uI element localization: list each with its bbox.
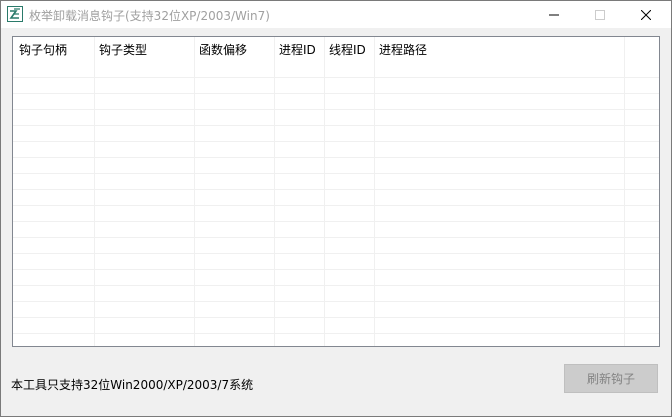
grid-column-line [94,37,95,346]
window-title: 枚举卸载消息钩子(支持32位XP/2003/Win7) [29,9,270,23]
main-window: 枚举卸载消息钩子(支持32位XP/2003/Win7) 钩子句柄 钩子类型 函数… [0,0,672,417]
minimize-icon [549,14,559,15]
grid-row-line [13,189,659,190]
grid-row-line [13,125,659,126]
grid-row-line [13,93,659,94]
refresh-hooks-button[interactable]: 刷新钩子 [564,364,658,393]
grid-column-line [274,37,275,346]
grid-row-line [13,221,659,222]
grid-row-line [13,109,659,110]
column-header-hook-type[interactable]: 钩子类型 [99,41,147,58]
app-icon [7,6,23,22]
maximize-button [577,1,623,28]
column-header-thread-id[interactable]: 线程ID [329,41,366,58]
minimize-button[interactable] [531,1,577,28]
grid-row-line [13,77,659,78]
grid-row-line [13,285,659,286]
grid-column-line [374,37,375,346]
hook-list-view[interactable]: 钩子句柄 钩子类型 函数偏移 进程ID 线程ID 进程路径 [12,36,660,347]
title-bar[interactable]: 枚举卸载消息钩子(支持32位XP/2003/Win7) [1,1,671,28]
grid-column-line [624,37,625,346]
grid-row-line [13,157,659,158]
maximize-icon [595,9,605,20]
grid-row-line [13,237,659,238]
grid-column-line [324,37,325,346]
grid-row-line [13,317,659,318]
grid-column-line [194,37,195,346]
column-header-process-id[interactable]: 进程ID [279,41,316,58]
grid-row-line [13,301,659,302]
grid-row-line [13,141,659,142]
column-header-function-offset[interactable]: 函数偏移 [199,41,247,58]
list-header: 钩子句柄 钩子类型 函数偏移 进程ID 线程ID 进程路径 [13,37,659,61]
column-header-process-path[interactable]: 进程路径 [379,41,427,58]
grid-row-line [13,253,659,254]
close-icon [641,9,651,20]
column-header-hook-handle[interactable]: 钩子句柄 [19,41,67,58]
support-info-text: 本工具只支持32位Win2000/XP/2003/7系统 [11,378,254,392]
close-button[interactable] [623,1,669,28]
grid-row-line [13,269,659,270]
grid-row-line [13,333,659,334]
grid-row-line [13,205,659,206]
grid-row-line [13,173,659,174]
